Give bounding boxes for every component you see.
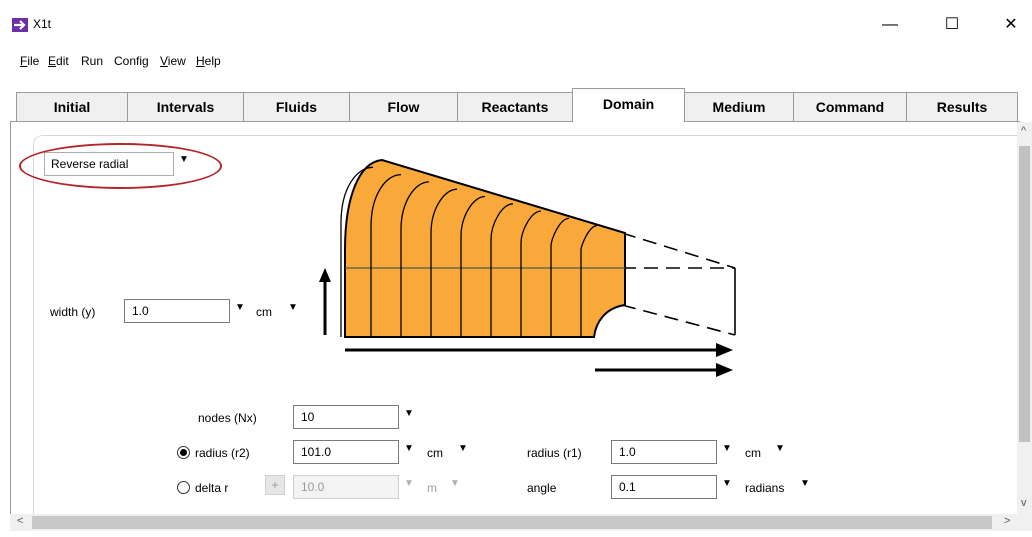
delta-r-dropdown-icon[interactable]: ▼ [404, 478, 414, 489]
reverse-radial-diagram [319, 158, 736, 377]
delta-r-plus-button[interactable]: + [265, 475, 285, 495]
delta-r-radio[interactable] [177, 481, 190, 494]
menu-help[interactable]: Help [196, 54, 221, 68]
menu-config[interactable]: Config [114, 54, 149, 68]
width-input[interactable]: 1.0 [124, 299, 230, 323]
menu-edit[interactable]: Edit [48, 54, 69, 68]
width-unit[interactable]: cm [256, 305, 272, 319]
delta-r-input[interactable]: 10.0 [293, 475, 399, 499]
select-highlight-ellipse [19, 143, 222, 189]
angle-unit[interactable]: radians [745, 481, 784, 495]
radius-r1-unit-dropdown-icon[interactable]: ▼ [775, 443, 785, 454]
radius-r2-label: radius (r2) [195, 446, 250, 460]
tab-initial[interactable]: Initial [16, 92, 128, 122]
delta-r-label: delta r [195, 481, 229, 495]
menu-file[interactable]: File [20, 54, 39, 68]
vertical-scroll-thumb[interactable] [1019, 146, 1030, 442]
tab-medium[interactable]: Medium [684, 92, 794, 122]
radius-r2-dropdown-icon[interactable]: ▼ [404, 443, 414, 454]
tab-intervals[interactable]: Intervals [127, 92, 244, 122]
radius-r1-label: radius (r1) [527, 446, 582, 460]
radius-r2-unit[interactable]: cm [427, 446, 443, 460]
close-button[interactable]: ✕ [988, 10, 1032, 40]
radius-r1-unit[interactable]: cm [745, 446, 761, 460]
window-title: X1t [33, 17, 52, 31]
nodes-input[interactable]: 10 [293, 405, 399, 429]
radius-radio[interactable] [177, 446, 190, 459]
scroll-left-icon[interactable]: < [17, 515, 23, 527]
tab-flow[interactable]: Flow [349, 92, 458, 122]
radius-r1-input[interactable]: 1.0 [611, 440, 717, 464]
menu-run[interactable]: Run [81, 54, 103, 68]
minimize-button[interactable]: — [867, 10, 913, 40]
radius-r2-unit-dropdown-icon[interactable]: ▼ [458, 443, 468, 454]
angle-dropdown-icon[interactable]: ▼ [722, 478, 732, 489]
radius-r1-dropdown-icon[interactable]: ▼ [722, 443, 732, 454]
menu-bar [0, 48, 1032, 74]
delta-r-unit-dropdown-icon[interactable]: ▼ [450, 478, 460, 489]
domain-block [344, 158, 626, 338]
nodes-label: nodes (Nx) [198, 411, 257, 425]
menu-view[interactable]: View [160, 54, 186, 68]
scroll-up-icon[interactable]: ^ [1021, 125, 1026, 137]
tab-domain[interactable]: Domain [572, 88, 685, 122]
horizontal-scroll-thumb[interactable] [32, 516, 992, 529]
tab-fluids[interactable]: Fluids [243, 92, 350, 122]
delta-r-unit[interactable]: m [427, 481, 437, 495]
nodes-dropdown-icon[interactable]: ▼ [404, 408, 414, 419]
angle-label: angle [527, 481, 557, 495]
tab-reactants[interactable]: Reactants [457, 92, 573, 122]
tab-results[interactable]: Results [906, 92, 1018, 122]
angle-input[interactable]: 0.1 [611, 475, 717, 499]
scroll-right-icon[interactable]: > [1004, 515, 1010, 527]
width-unit-dropdown-icon[interactable]: ▼ [288, 302, 298, 313]
maximize-button[interactable]: ☐ [929, 10, 975, 40]
app-icon [12, 18, 28, 32]
width-label: width (y) [50, 305, 96, 319]
angle-unit-dropdown-icon[interactable]: ▼ [800, 478, 810, 489]
width-dropdown-icon[interactable]: ▼ [235, 302, 245, 313]
tab-command[interactable]: Command [793, 92, 907, 122]
radius-r2-input[interactable]: 101.0 [293, 440, 399, 464]
scroll-down-icon[interactable]: v [1021, 497, 1027, 509]
